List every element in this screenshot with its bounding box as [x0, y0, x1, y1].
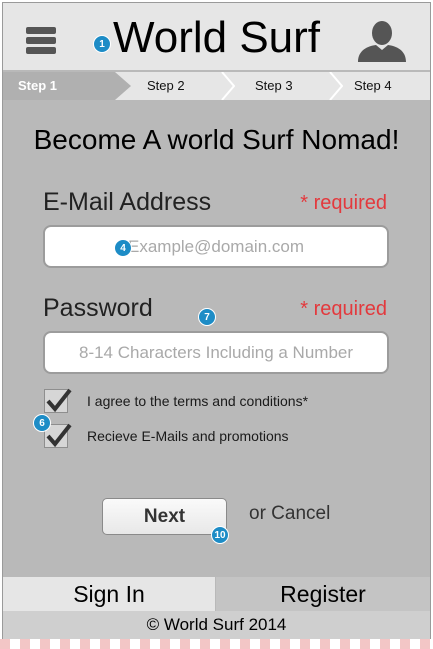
step-1[interactable]: Step 1: [3, 72, 131, 100]
annotation-marker: 7: [198, 308, 216, 326]
password-label: Password: [43, 294, 153, 322]
email-label: E-Mail Address: [43, 188, 212, 216]
step-4[interactable]: Step 4: [354, 72, 392, 100]
promotions-checkbox-label: Recieve E-Mails and promotions: [87, 428, 289, 444]
email-field[interactable]: [43, 225, 389, 268]
annotation-marker: 10: [211, 526, 229, 544]
annotation-marker: 6: [33, 414, 51, 432]
form-headline: Become A world Surf Nomad!: [33, 124, 400, 155]
step-progress-bar: Step 1 Step 2 Step 3 Step 4: [3, 72, 430, 100]
step-2[interactable]: Step 2: [147, 72, 185, 100]
checkmark-icon: [46, 388, 72, 413]
annotation-marker: 1: [93, 35, 111, 53]
terms-checkbox-label: I agree to the terms and conditions*: [87, 393, 309, 409]
step-3[interactable]: Step 3: [255, 72, 293, 100]
tab-sign-in[interactable]: Sign In: [3, 577, 215, 611]
terms-checkbox[interactable]: [44, 388, 72, 413]
hamburger-menu-icon[interactable]: [26, 27, 56, 55]
step-separator-icon: [329, 72, 343, 100]
footer-copyright: © World Surf 2014: [3, 611, 430, 639]
annotation-marker: 4: [114, 239, 132, 257]
bottom-stripes: [0, 639, 433, 649]
tab-register[interactable]: Register: [216, 577, 430, 611]
next-button[interactable]: Next: [102, 498, 227, 535]
email-required-indicator: * required: [300, 192, 387, 214]
user-avatar-icon[interactable]: [356, 20, 408, 62]
step-separator-icon: [221, 72, 235, 100]
app-header: World Surf: [3, 3, 430, 70]
password-required-indicator: * required: [300, 298, 387, 320]
cancel-link[interactable]: or Cancel: [249, 503, 330, 525]
app-title: World Surf: [113, 13, 321, 62]
password-field[interactable]: [43, 331, 389, 374]
